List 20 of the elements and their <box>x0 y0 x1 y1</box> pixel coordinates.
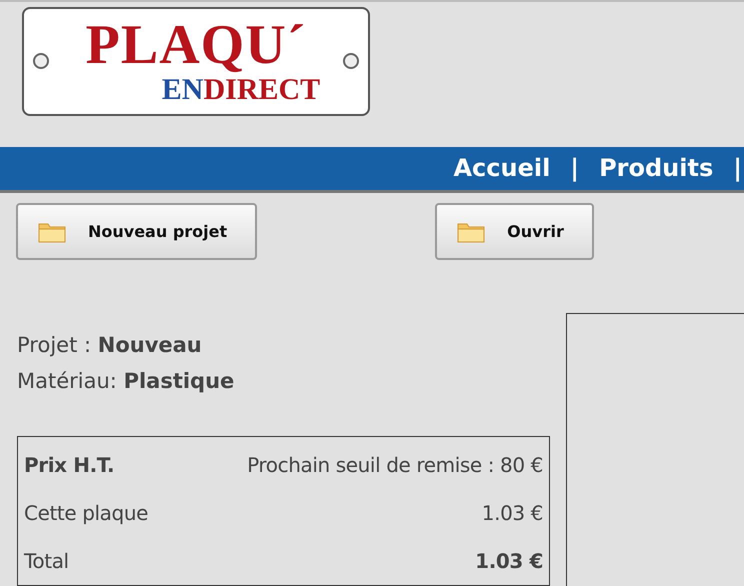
logo-subtitle: ENDIRECT <box>162 74 320 106</box>
price-value: 1.03 € <box>475 549 543 573</box>
folder-icon <box>457 220 486 242</box>
logo-text: PLAQU´ <box>86 16 306 74</box>
discount-threshold: Prochain seuil de remise : 80 € <box>247 453 543 477</box>
nav-separator: | <box>570 154 580 182</box>
price-label: Cette plaque <box>24 501 148 525</box>
hole-icon <box>342 52 360 70</box>
price-label: Total <box>24 549 69 573</box>
hole-icon <box>32 52 50 70</box>
price-value: 1.03 € <box>482 501 543 525</box>
info-line: Projet : Nouveau <box>17 332 203 359</box>
folder-button[interactable]: Nouveau projet <box>16 203 258 260</box>
price-title: Prix H.T. <box>24 453 114 477</box>
folder-button[interactable]: Ouvrir <box>435 203 594 260</box>
info-line: Matériau: Plastique <box>17 368 236 395</box>
nav-link[interactable]: Produits <box>599 154 714 182</box>
nav-separator: | <box>733 154 742 182</box>
folder-icon <box>38 220 66 242</box>
nav-link[interactable]: Accueil <box>453 154 550 182</box>
